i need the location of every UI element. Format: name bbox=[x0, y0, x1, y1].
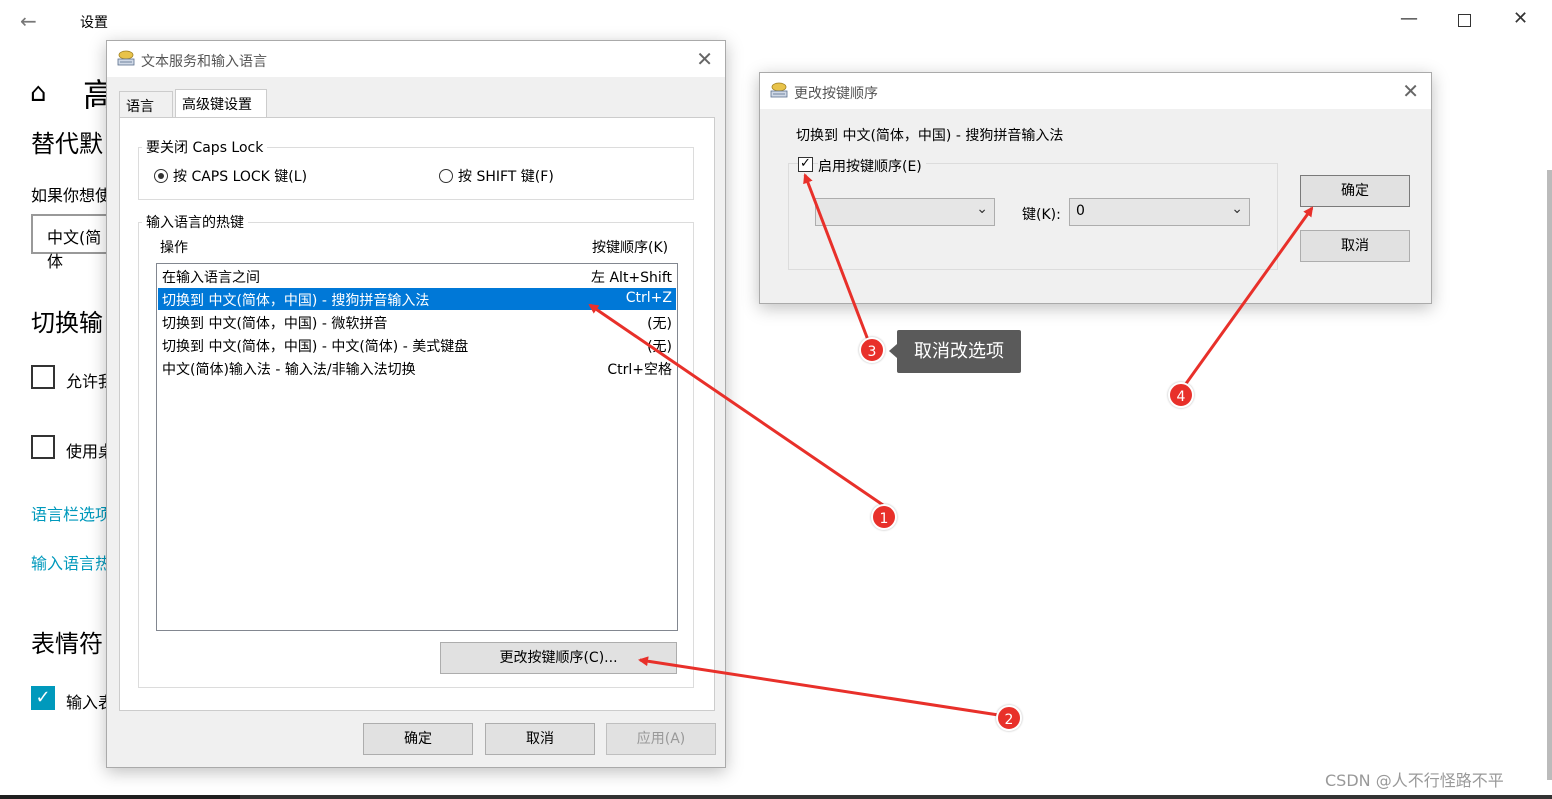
taskbar-edge bbox=[0, 795, 1552, 799]
tab-advanced-key-settings[interactable]: 高级键设置 bbox=[175, 89, 267, 118]
radio-caps-lock[interactable] bbox=[154, 169, 168, 183]
default-input-dropdown-value: 中文(简体 bbox=[47, 228, 102, 271]
minimize-icon[interactable]: — bbox=[1400, 8, 1418, 29]
apply-button[interactable]: 应用(A) bbox=[606, 723, 716, 755]
row-action: 切换到 中文(简体，中国) - 中文(简体) - 美式键盘 bbox=[162, 339, 469, 355]
list-item[interactable]: 在输入语言之间 左 Alt+Shift bbox=[158, 265, 676, 287]
row-action: 在输入语言之间 bbox=[162, 270, 260, 286]
row-key: (无) bbox=[647, 339, 672, 355]
tab-label: 高级键设置 bbox=[182, 97, 252, 113]
cancel-label: 取消 bbox=[1341, 238, 1369, 254]
list-item[interactable]: 中文(简体)输入法 - 输入法/非输入法切换 Ctrl+空格 bbox=[158, 357, 676, 379]
scrollbar[interactable] bbox=[1547, 170, 1552, 780]
ok-label: 确定 bbox=[1341, 183, 1369, 199]
radio-shift-label: 按 SHIFT 键(F) bbox=[458, 169, 554, 185]
settings-titlebar: ← 设置 — ✕ bbox=[0, 0, 1552, 42]
dialog-title: 更改按键顺序 bbox=[794, 86, 878, 102]
step-badge-4: 4 bbox=[1168, 382, 1194, 408]
row-key: (无) bbox=[647, 316, 672, 332]
ok-button[interactable]: 确定 bbox=[1300, 175, 1410, 207]
tab-language-bar[interactable]: 语言栏 bbox=[119, 91, 173, 135]
row-key: Ctrl+Z bbox=[625, 290, 672, 306]
tab-panel: 要关闭 Caps Lock 按 CAPS LOCK 键(L) 按 SHIFT 键… bbox=[119, 117, 715, 711]
row-key: Ctrl+空格 bbox=[607, 362, 672, 378]
enable-key-sequence-checkbox[interactable]: ✓ bbox=[798, 157, 813, 172]
dialog-titlebar: 文本服务和输入语言 ✕ bbox=[107, 41, 725, 77]
close-icon[interactable]: ✕ bbox=[1513, 8, 1528, 29]
cancel-button[interactable]: 取消 bbox=[485, 723, 595, 755]
cancel-label: 取消 bbox=[526, 731, 554, 747]
key-combo-value: 0 bbox=[1076, 203, 1085, 219]
home-icon[interactable]: ⌂ bbox=[30, 78, 47, 108]
emoji-checkbox[interactable]: ✓ bbox=[31, 686, 55, 710]
section-title-switch-input: 切换输 bbox=[31, 309, 103, 337]
step-badge-1: 1 bbox=[871, 504, 897, 530]
callout-tooltip: 取消改选项 bbox=[889, 330, 1021, 373]
back-arrow-icon[interactable]: ← bbox=[20, 9, 37, 33]
chevron-down-icon: ⌄ bbox=[1231, 201, 1243, 217]
change-key-sequence-button[interactable]: 更改按键顺序(C)... bbox=[440, 642, 677, 674]
chevron-down-icon: ⌄ bbox=[976, 201, 988, 217]
key-label: 键(K): bbox=[1022, 207, 1061, 223]
section-title-default-method: 替代默 bbox=[31, 130, 103, 158]
row-action: 切换到 中文(简体，中国) - 微软拼音 bbox=[162, 316, 388, 332]
column-header-key: 按键顺序(K) bbox=[592, 240, 669, 256]
caps-lock-group-label: 要关闭 Caps Lock bbox=[142, 137, 268, 157]
keyboard-icon bbox=[770, 82, 788, 98]
radio-shift[interactable] bbox=[439, 169, 453, 183]
list-item-selected[interactable]: 切换到 中文(简体，中国) - 搜狗拼音输入法 Ctrl+Z bbox=[158, 288, 676, 310]
close-icon[interactable]: ✕ bbox=[1402, 79, 1419, 103]
close-icon[interactable]: ✕ bbox=[696, 47, 713, 71]
row-key: 左 Alt+Shift bbox=[591, 270, 672, 286]
step-badge-3: 3 bbox=[859, 337, 885, 363]
row-action: 切换到 中文(简体，中国) - 搜狗拼音输入法 bbox=[162, 293, 430, 309]
hotkey-list[interactable]: 在输入语言之间 左 Alt+Shift 切换到 中文(简体，中国) - 搜狗拼音… bbox=[156, 263, 678, 631]
dialog-titlebar: 更改按键顺序 ✕ bbox=[760, 73, 1431, 109]
input-language-hotkeys-link[interactable]: 输入语言热 bbox=[31, 550, 111, 574]
apply-label: 应用(A) bbox=[636, 731, 686, 747]
ok-label: 确定 bbox=[404, 731, 432, 747]
change-key-sequence-dialog: 更改按键顺序 ✕ 切换到 中文(简体，中国) - 搜狗拼音输入法 ✓ 启用按键顺… bbox=[759, 72, 1432, 304]
radio-caps-lock-label: 按 CAPS LOCK 键(L) bbox=[173, 169, 308, 185]
language-bar-options-link[interactable]: 语言栏选项 bbox=[31, 501, 111, 525]
allow-checkbox[interactable] bbox=[31, 365, 55, 389]
change-key-sequence-label: 更改按键顺序(C)... bbox=[499, 650, 618, 666]
taskbar-edge-light bbox=[240, 795, 1552, 799]
list-item[interactable]: 切换到 中文(简体，中国) - 中文(简体) - 美式键盘 (无) bbox=[158, 334, 676, 356]
cancel-button[interactable]: 取消 bbox=[1300, 230, 1410, 262]
keyboard-icon bbox=[117, 50, 135, 66]
row-action: 中文(简体)输入法 - 输入法/非输入法切换 bbox=[162, 362, 416, 378]
checkmark-icon: ✓ bbox=[800, 156, 811, 171]
column-header-action: 操作 bbox=[160, 240, 188, 256]
dialog-subtitle: 切换到 中文(简体，中国) - 搜狗拼音输入法 bbox=[796, 128, 1064, 144]
watermark: CSDN @人不行怪路不平 bbox=[1325, 771, 1504, 790]
enable-key-sequence-label: 启用按键顺序(E) bbox=[818, 156, 926, 176]
desktop-checkbox[interactable] bbox=[31, 435, 55, 459]
hotkey-group-label: 输入语言的热键 bbox=[142, 212, 248, 232]
key-combo[interactable]: 0 ⌄ bbox=[1069, 198, 1250, 226]
dialog-title: 文本服务和输入语言 bbox=[141, 54, 267, 70]
modifier-combo[interactable]: ⌄ bbox=[815, 198, 995, 226]
text-services-dialog: 文本服务和输入语言 ✕ 语言栏 高级键设置 要关闭 Caps Lock 按 CA… bbox=[106, 40, 726, 768]
settings-title: 设置 bbox=[80, 15, 108, 31]
checkmark-icon: ✓ bbox=[35, 687, 51, 708]
maximize-icon[interactable] bbox=[1458, 14, 1471, 27]
step-badge-2: 2 bbox=[996, 705, 1022, 731]
ok-button[interactable]: 确定 bbox=[363, 723, 473, 755]
section-description: 如果你想使 bbox=[31, 186, 112, 205]
list-item[interactable]: 切换到 中文(简体，中国) - 微软拼音 (无) bbox=[158, 311, 676, 333]
section-title-emoji: 表情符 bbox=[31, 630, 103, 658]
